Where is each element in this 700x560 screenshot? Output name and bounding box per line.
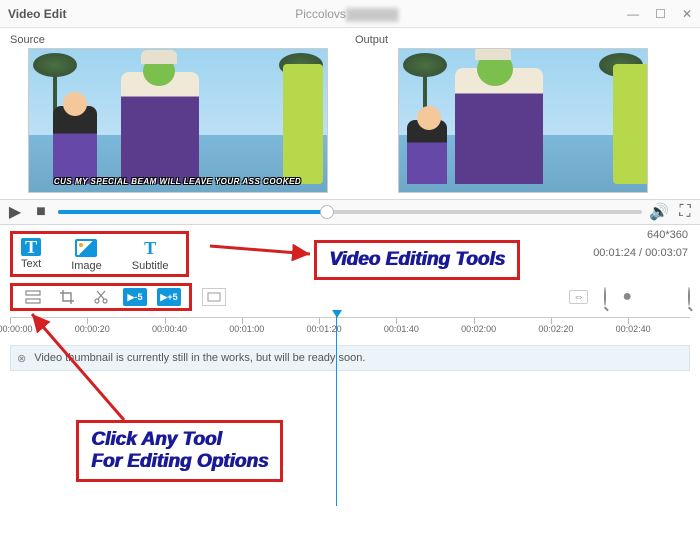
link-icon[interactable]: ⇔ xyxy=(569,290,588,304)
crop-button[interactable] xyxy=(55,288,79,306)
output-preview xyxy=(398,48,648,193)
zoom-out-button[interactable] xyxy=(604,288,606,306)
volume-button[interactable]: 🔊 xyxy=(650,203,668,221)
tool-text-label: Text xyxy=(21,258,41,270)
tool-image[interactable]: Image xyxy=(71,238,102,272)
edit-box-callout: ▶-5 ▶+5 xyxy=(10,283,192,311)
split-button[interactable] xyxy=(21,288,45,306)
seek-bar[interactable] xyxy=(58,210,642,214)
extra-edit-button[interactable] xyxy=(202,288,226,306)
seek-back-5-button[interactable]: ▶-5 xyxy=(123,288,147,306)
tool-image-label: Image xyxy=(71,260,102,272)
stop-button[interactable]: ■ xyxy=(32,203,50,221)
zoom-controls: ⇔ ● xyxy=(569,288,690,306)
player-bar: ▶ ■ 🔊 ⛶ xyxy=(0,199,700,225)
ruler-tick: 00:01:20 xyxy=(319,318,320,324)
window-filename: Piccolovs▓▓▓▓▓▓ xyxy=(66,7,627,21)
ruler-tick: 00:02:40 xyxy=(628,318,629,324)
output-label: Output xyxy=(355,34,690,46)
ruler-tick: 00:01:40 xyxy=(396,318,397,324)
video-meta: 640*360 00:01:24 / 00:03:07 xyxy=(593,227,688,262)
callout-video-editing-tools: Video Editing Tools xyxy=(314,240,520,280)
subtitle-icon: T xyxy=(138,238,162,258)
source-subtitle: CUS MY SPECIAL BEAM WILL LEAVE YOUR ASS … xyxy=(37,177,319,186)
ruler-tick: 00:02:20 xyxy=(551,318,552,324)
zoom-slider-knob[interactable]: ● xyxy=(622,288,632,306)
text-icon: T xyxy=(21,238,41,256)
ruler-tick: 00:00:00 xyxy=(10,318,11,324)
image-icon xyxy=(74,238,98,258)
zoom-in-button[interactable] xyxy=(688,288,690,306)
play-button[interactable]: ▶ xyxy=(6,203,24,221)
seek-knob[interactable] xyxy=(320,205,334,219)
preview-area: Source CUS MY SPECIAL BEAM WILL LEAVE YO… xyxy=(0,28,700,193)
time-text: 00:01:24 / 00:03:07 xyxy=(593,245,688,263)
window-title: Video Edit xyxy=(8,7,66,21)
ruler-tick: 00:02:00 xyxy=(474,318,475,324)
tool-box-callout: T Text Image T Subtitle xyxy=(10,231,189,277)
arrow-to-edit-box xyxy=(24,310,144,430)
tool-subtitle-label: Subtitle xyxy=(132,260,169,272)
title-bar: Video Edit Piccolovs▓▓▓▓▓▓ — ☐ ✕ xyxy=(0,0,700,28)
minimize-button[interactable]: — xyxy=(627,7,639,21)
ruler-tick: 00:00:40 xyxy=(165,318,166,324)
timeline-playhead[interactable] xyxy=(336,316,337,506)
source-label: Source xyxy=(10,34,345,46)
close-button[interactable]: ✕ xyxy=(682,7,692,21)
arrow-to-tools-callout xyxy=(210,238,320,262)
resolution-text: 640*360 xyxy=(593,227,688,245)
cut-button[interactable] xyxy=(89,288,113,306)
fullscreen-button[interactable]: ⛶ xyxy=(676,203,694,221)
source-preview: CUS MY SPECIAL BEAM WILL LEAVE YOUR ASS … xyxy=(28,48,328,193)
seek-fwd-5-button[interactable]: ▶+5 xyxy=(157,288,181,306)
ruler-tick: 00:01:00 xyxy=(242,318,243,324)
tool-text[interactable]: T Text xyxy=(21,238,41,272)
tool-subtitle[interactable]: T Subtitle xyxy=(132,238,169,272)
maximize-button[interactable]: ☐ xyxy=(655,7,666,21)
